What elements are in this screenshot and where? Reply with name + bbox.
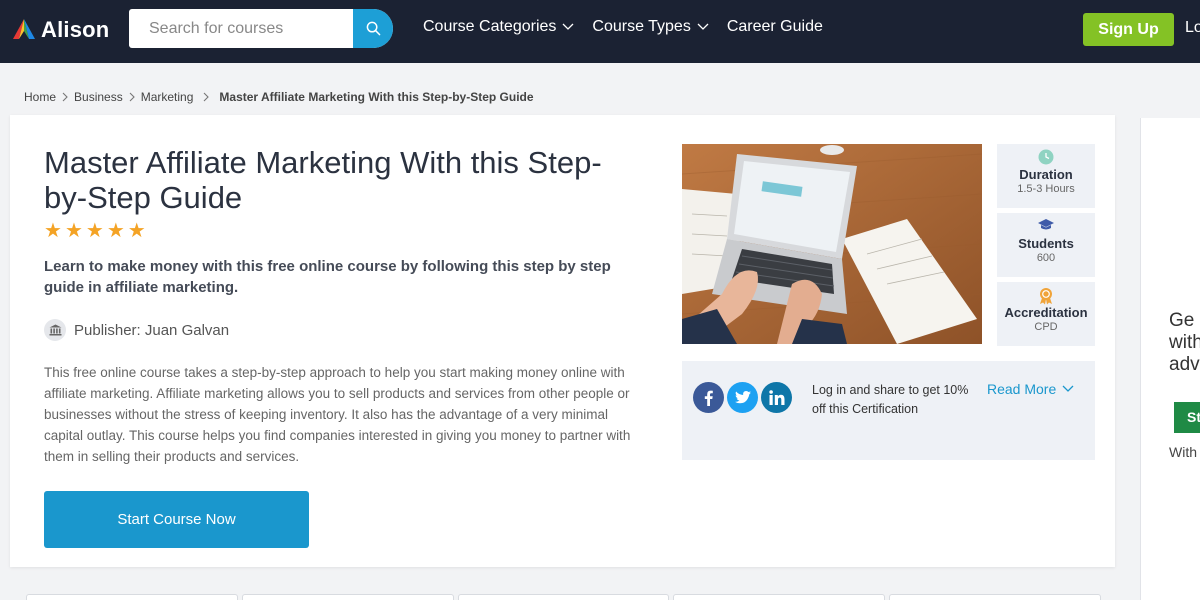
nav-course-types[interactable]: Course Types	[592, 18, 709, 36]
chevron-down-icon	[1062, 385, 1074, 392]
breadcrumb-marketing[interactable]: Marketing	[141, 90, 194, 104]
breadcrumb-home[interactable]: Home	[24, 90, 56, 104]
bottom-card[interactable]	[889, 594, 1101, 600]
social-share-buttons	[693, 382, 792, 413]
linkedin-share-button[interactable]	[761, 382, 792, 413]
nav-label: Career Guide	[726, 18, 823, 35]
stat-students: Students 600	[997, 213, 1095, 277]
search-button[interactable]	[353, 9, 393, 48]
bottom-cards-strip	[26, 594, 1101, 600]
logo-text: Alison	[41, 17, 110, 42]
bottom-card[interactable]	[26, 594, 238, 600]
read-more-label: Read More	[987, 381, 1057, 397]
stat-label: Duration	[1019, 167, 1073, 182]
chevron-down-icon	[562, 23, 574, 30]
sign-up-button[interactable]: Sign Up	[1083, 13, 1174, 46]
nav-course-categories[interactable]: Course Categories	[423, 18, 574, 36]
alison-logo-icon	[10, 17, 38, 43]
nav-career-guide[interactable]: Career Guide	[727, 18, 823, 36]
start-course-button[interactable]: Start Course Now	[44, 491, 309, 548]
read-more-link[interactable]: Read More	[987, 381, 1074, 397]
twitter-share-button[interactable]	[727, 382, 758, 413]
breadcrumb-business[interactable]: Business	[74, 90, 123, 104]
breadcrumb-current: Master Affiliate Marketing With this Ste…	[219, 90, 534, 104]
main-nav: Course Categories Course Types Career Gu…	[423, 18, 841, 36]
course-image	[682, 144, 982, 344]
bottom-card[interactable]	[241, 594, 454, 600]
course-description: This free online course takes a step-by-…	[44, 365, 631, 464]
nav-label: Course Types	[592, 18, 691, 35]
star-icon: ★	[85, 220, 104, 242]
sidebar-heading-line: Ge	[1169, 310, 1195, 331]
course-title: Master Affiliate Marketing With this Ste…	[44, 145, 602, 215]
sidebar-heading-line: adv	[1169, 354, 1200, 375]
publisher: Publisher: Juan Galvan	[44, 319, 229, 341]
course-card: Master Affiliate Marketing With this Ste…	[10, 115, 1115, 567]
stat-accreditation: Accreditation CPD	[997, 282, 1095, 346]
stat-value: 1.5-3 Hours	[1017, 183, 1075, 195]
rating-stars: ★ ★ ★ ★ ★	[44, 221, 146, 241]
stat-label: Accreditation	[1004, 305, 1088, 320]
stat-value: 600	[1036, 252, 1056, 264]
twitter-icon	[734, 391, 751, 404]
login-link[interactable]: Lo	[1185, 19, 1200, 37]
search-input[interactable]	[129, 9, 353, 48]
bottom-card[interactable]	[457, 594, 670, 600]
stat-label: Students	[1018, 236, 1074, 251]
top-navbar: Alison Course Categories Course Types Ca…	[0, 0, 1200, 63]
sidebar-signup-card: Ge with adv St With	[1140, 118, 1200, 600]
star-icon: ★	[64, 220, 83, 242]
clock-icon	[1038, 149, 1054, 165]
publisher-name[interactable]: Publisher: Juan Galvan	[74, 322, 229, 339]
star-icon: ★	[127, 220, 146, 242]
award-icon	[1040, 288, 1052, 305]
graduation-cap-icon	[1038, 219, 1054, 230]
institution-icon	[44, 319, 66, 341]
linkedin-icon	[768, 390, 784, 405]
sidebar-small-text: With	[1169, 444, 1197, 460]
course-subtitle: Learn to make money with this free onlin…	[44, 258, 611, 296]
bottom-card[interactable]	[673, 594, 886, 600]
sidebar-heading-line: with	[1169, 332, 1200, 353]
sidebar-heading: Ge with adv	[1169, 310, 1200, 376]
star-icon: ★	[106, 220, 125, 242]
search-icon	[366, 21, 380, 36]
sidebar-start-button[interactable]: St	[1174, 402, 1200, 433]
stat-value: CPD	[1034, 321, 1058, 333]
nav-label: Course Categories	[423, 18, 557, 35]
chevron-right-icon	[129, 92, 135, 102]
share-panel: Log in and share to get 10% off this Cer…	[682, 361, 1095, 460]
search-box	[129, 9, 393, 48]
chevron-right-icon	[204, 92, 210, 102]
breadcrumb: Home Business Marketing Master Affiliate…	[24, 90, 534, 104]
chevron-right-icon	[62, 92, 68, 102]
alison-logo[interactable]: Alison	[10, 17, 109, 43]
facebook-icon	[704, 390, 713, 406]
facebook-share-button[interactable]	[693, 382, 724, 413]
chevron-down-icon	[697, 23, 709, 30]
star-icon: ★	[44, 220, 62, 242]
stat-duration: Duration 1.5-3 Hours	[997, 144, 1095, 208]
share-promo-text: Log in and share to get 10% off this Cer…	[812, 383, 969, 416]
